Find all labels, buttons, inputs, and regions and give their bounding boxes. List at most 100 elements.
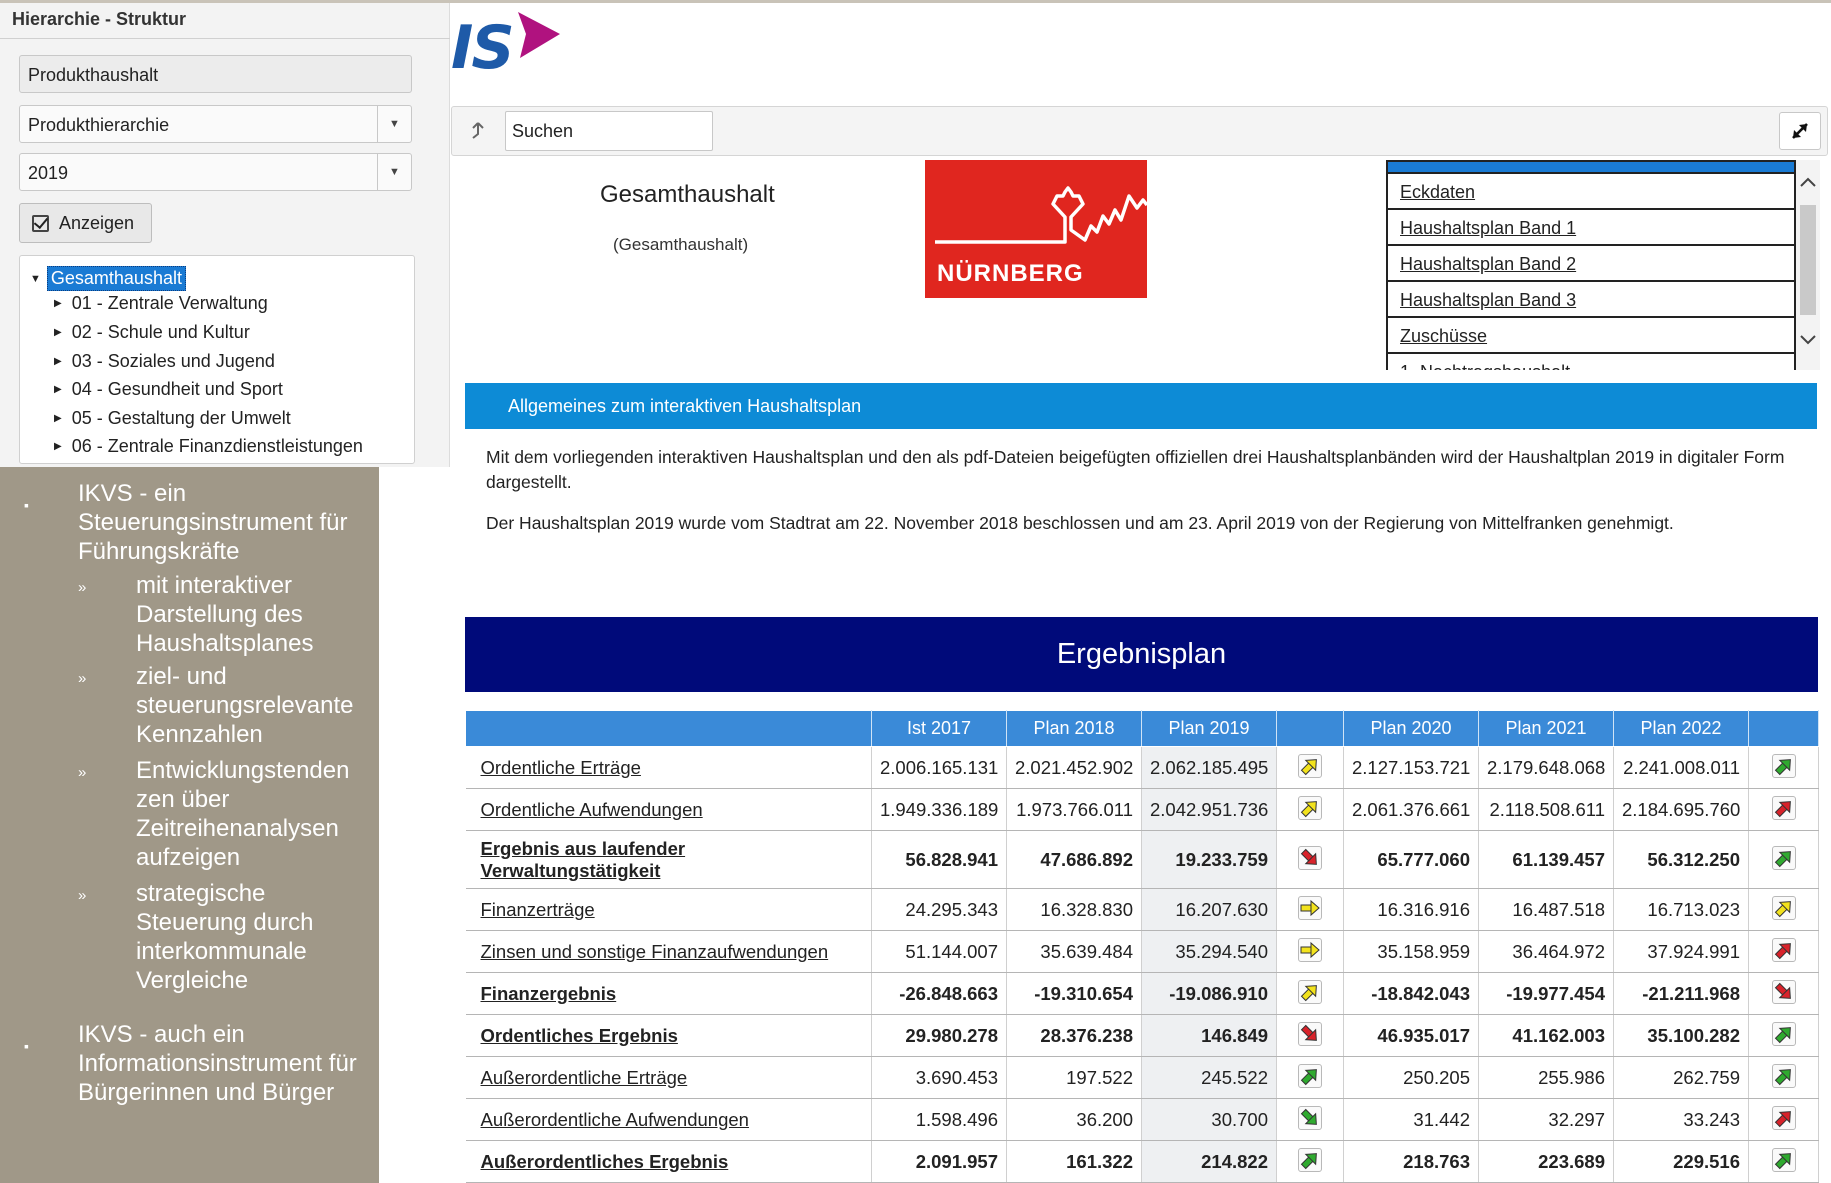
tree-item[interactable]: ▶ 02 - Schule und Kultur xyxy=(54,322,250,343)
tree-item[interactable]: ▶ 01 - Zentrale Verwaltung xyxy=(54,293,268,314)
trend-arrow-icon[interactable] xyxy=(1771,1106,1796,1130)
hierarchie-select[interactable]: Produkthierarchie ▼ xyxy=(19,105,412,143)
up-arrow-icon[interactable] xyxy=(458,113,498,149)
tree-item-label[interactable]: 04 - Gesundheit und Sport xyxy=(72,379,283,400)
trend-cell[interactable] xyxy=(1748,888,1819,931)
tree-item-label[interactable]: 06 - Zentrale Finanzdienstleistungen xyxy=(72,436,363,457)
tree-item-label[interactable]: 01 - Zentrale Verwaltung xyxy=(72,293,268,314)
value-cell: 41.162.003 xyxy=(1478,1014,1614,1057)
trend-cell[interactable] xyxy=(1276,930,1344,973)
trend-arrow-icon[interactable] xyxy=(1298,1106,1322,1130)
row-label-link[interactable]: Ordentliche Aufwendungen xyxy=(465,788,872,831)
trend-cell[interactable] xyxy=(1276,888,1344,931)
trend-cell[interactable] xyxy=(1276,830,1344,889)
caret-right-icon[interactable]: ▶ xyxy=(54,298,62,309)
trend-arrow-icon[interactable] xyxy=(1771,1022,1796,1046)
trend-arrow-icon[interactable] xyxy=(1298,980,1322,1004)
trend-arrow-icon[interactable] xyxy=(1771,1064,1796,1088)
trend-cell[interactable] xyxy=(1748,746,1819,789)
chevron-up-icon[interactable] xyxy=(1800,174,1816,190)
link-band-1[interactable]: Haushaltsplan Band 1 xyxy=(1388,210,1794,246)
value-cell: 56.828.941 xyxy=(871,830,1007,889)
trend-cell[interactable] xyxy=(1748,788,1819,831)
trend-arrow-icon[interactable] xyxy=(1771,896,1796,920)
trend-arrow-icon[interactable] xyxy=(1771,1148,1796,1172)
trend-cell[interactable] xyxy=(1276,1056,1344,1099)
trend-arrow-icon[interactable] xyxy=(1771,754,1796,778)
tree-item-label[interactable]: 05 - Gestaltung der Umwelt xyxy=(72,408,291,429)
tree-item-label[interactable]: 03 - Soziales und Jugend xyxy=(72,351,275,372)
search-input[interactable]: Suchen xyxy=(505,111,713,151)
row-label-link[interactable]: Außerordentliche Erträge xyxy=(465,1056,872,1099)
trend-arrow-icon[interactable] xyxy=(1298,938,1322,962)
trend-cell[interactable] xyxy=(1748,1014,1819,1057)
trend-cell[interactable] xyxy=(1748,930,1819,973)
trend-cell[interactable] xyxy=(1276,1140,1344,1183)
link-band-3[interactable]: Haushaltsplan Band 3 xyxy=(1388,282,1794,318)
tree-root-label[interactable]: Gesamthaushalt xyxy=(46,266,186,291)
document-link-list[interactable]: Eckdaten Haushaltsplan Band 1 Haushaltsp… xyxy=(1386,160,1796,370)
caret-right-icon[interactable]: ▶ xyxy=(54,327,62,338)
row-label-link[interactable]: Zinsen und sonstige Finanzaufwendungen xyxy=(465,930,872,973)
trend-arrow-icon[interactable] xyxy=(1298,1064,1322,1088)
scrollbar-thumb[interactable] xyxy=(1800,205,1816,315)
link-zuschuesse[interactable]: Zuschüsse xyxy=(1388,318,1794,354)
link-nachtrag[interactable]: 1. Nachtragshaushalt xyxy=(1388,354,1794,370)
ikvs-logo: IS xyxy=(451,13,515,83)
row-label-link[interactable]: Außerordentliches Ergebnis xyxy=(465,1140,872,1183)
row-label-link[interactable]: Ordentliche Erträge xyxy=(465,746,872,789)
tree-item[interactable]: ▶ 05 - Gestaltung der Umwelt xyxy=(54,408,291,429)
trend-cell[interactable] xyxy=(1276,1014,1344,1057)
haushalt-field[interactable]: Produkthaushalt xyxy=(19,55,412,93)
tree-view[interactable]: ▼ Gesamthaushalt ▶ 01 - Zentrale Verwalt… xyxy=(19,255,415,464)
jahr-select[interactable]: 2019 ▼ xyxy=(19,153,412,191)
trend-arrow-icon[interactable] xyxy=(1771,980,1796,1004)
trend-arrow-icon[interactable] xyxy=(1771,938,1796,962)
trend-arrow-icon[interactable] xyxy=(1771,796,1796,820)
tree-item[interactable]: ▶ 06 - Zentrale Finanzdienstleistungen xyxy=(54,436,363,457)
trend-cell[interactable] xyxy=(1276,1098,1344,1141)
table-row: Außerordentliches Ergebnis 2.091.957 161.3… xyxy=(465,1140,1819,1183)
tree-root[interactable]: ▼ Gesamthaushalt xyxy=(30,266,186,291)
caret-down-icon[interactable]: ▼ xyxy=(30,273,41,285)
row-label-link[interactable]: Außerordentliche Aufwendungen xyxy=(465,1098,872,1141)
value-cell: 35.158.959 xyxy=(1343,930,1479,973)
trend-arrow-icon[interactable] xyxy=(1298,1148,1322,1172)
row-label-link[interactable]: Finanzerträge xyxy=(465,888,872,931)
link-eckdaten[interactable]: Eckdaten xyxy=(1388,174,1794,210)
trend-arrow-icon[interactable] xyxy=(1298,1022,1322,1046)
tree-item[interactable]: ▶ 03 - Soziales und Jugend xyxy=(54,351,275,372)
row-label-link[interactable]: Ergebnis aus laufender Verwaltungstätigk… xyxy=(465,830,872,889)
row-label-link[interactable]: Ordentliches Ergebnis xyxy=(465,1014,872,1057)
trend-arrow-icon[interactable] xyxy=(1298,896,1322,920)
trend-cell[interactable] xyxy=(1748,1056,1819,1099)
tree-item-label[interactable]: 02 - Schule und Kultur xyxy=(72,322,250,343)
trend-arrow-icon[interactable] xyxy=(1771,846,1796,870)
trend-cell[interactable] xyxy=(1276,746,1344,789)
chevron-down-icon[interactable]: ▼ xyxy=(377,106,411,142)
trend-cell[interactable] xyxy=(1276,788,1344,831)
trend-arrow-icon[interactable] xyxy=(1298,796,1322,820)
trend-cell[interactable] xyxy=(1748,1098,1819,1141)
tree-item[interactable]: ▶ 04 - Gesundheit und Sport xyxy=(54,379,283,400)
panel-title: Hierarchie - Struktur xyxy=(12,9,187,29)
trend-arrow-icon[interactable] xyxy=(1298,754,1322,778)
anzeigen-button[interactable]: Anzeigen xyxy=(19,203,152,243)
trend-cell[interactable] xyxy=(1276,972,1344,1015)
table-row: Zinsen und sonstige Finanzaufwendungen 51… xyxy=(465,930,1819,973)
chevron-down-icon[interactable]: ▼ xyxy=(377,154,411,190)
caret-right-icon[interactable]: ▶ xyxy=(54,356,62,367)
link-band-2[interactable]: Haushaltsplan Band 2 xyxy=(1388,246,1794,282)
row-label-link[interactable]: Finanzergebnis xyxy=(465,972,872,1015)
trend-arrow-icon[interactable] xyxy=(1298,846,1322,870)
expand-icon[interactable] xyxy=(1779,112,1821,150)
caret-right-icon[interactable]: ▶ xyxy=(54,384,62,395)
caret-right-icon[interactable]: ▶ xyxy=(54,441,62,452)
trend-cell[interactable] xyxy=(1748,972,1819,1015)
value-cell: 29.980.278 xyxy=(871,1014,1007,1057)
trend-cell[interactable] xyxy=(1748,830,1819,889)
chevron-down-icon[interactable] xyxy=(1800,332,1816,348)
caret-right-icon[interactable]: ▶ xyxy=(54,413,62,424)
link-list-scrollbar[interactable] xyxy=(1796,160,1820,370)
trend-cell[interactable] xyxy=(1748,1140,1819,1183)
